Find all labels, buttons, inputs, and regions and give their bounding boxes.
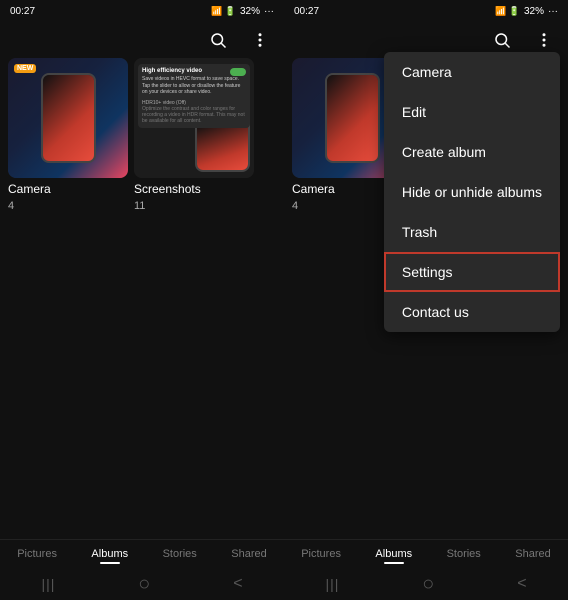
screenshots-thumb: High efficiency video Save videos in HEV… — [134, 58, 254, 178]
right-tab-pictures[interactable]: Pictures — [301, 548, 341, 564]
new-badge: NEW — [14, 64, 36, 73]
right-tab-shared-label: Shared — [515, 548, 550, 560]
right-tab-albums[interactable]: Albums — [375, 548, 412, 564]
search-button[interactable] — [204, 26, 232, 54]
right-spacer — [284, 299, 568, 540]
tab-shared-label: Shared — [231, 548, 266, 560]
screenshots-album[interactable]: High efficiency video Save videos in HEV… — [134, 58, 254, 299]
screenshots-album-label: Screenshots — [134, 182, 254, 196]
dropdown-menu: Camera Edit Create album Hide or unhide … — [384, 52, 560, 332]
more-options-button[interactable] — [246, 26, 274, 54]
right-status-bar: 00:27 📶 🔋 32% ··· — [284, 0, 568, 22]
left-status-bar: 00:27 📶 🔋 32% ··· — [0, 0, 284, 22]
tab-albums[interactable]: Albums — [91, 548, 128, 564]
nav-back-icon[interactable]: < — [233, 575, 242, 593]
menu-item-create-album[interactable]: Create album — [384, 132, 560, 172]
menu-item-trash[interactable]: Trash — [384, 212, 560, 252]
right-tab-shared[interactable]: Shared — [515, 548, 550, 564]
right-tab-stories-label: Stories — [447, 548, 481, 560]
right-more-options-button[interactable] — [530, 26, 558, 54]
screenshots-album-count: 11 — [134, 200, 254, 212]
left-dots: ··· — [264, 6, 274, 17]
right-tab-bar: Pictures Albums Stories Shared — [284, 539, 568, 568]
menu-item-camera[interactable]: Camera — [384, 52, 560, 92]
menu-item-settings[interactable]: Settings — [384, 252, 560, 292]
menu-item-edit[interactable]: Edit — [384, 92, 560, 132]
camera-thumb: NEW — [8, 58, 128, 178]
camera-album-count: 4 — [8, 200, 128, 212]
left-top-bar — [0, 22, 284, 58]
right-tab-stories[interactable]: Stories — [447, 548, 481, 564]
tab-stories[interactable]: Stories — [163, 548, 197, 564]
left-panel: 00:27 📶 🔋 32% ··· — [0, 0, 284, 600]
right-nav-bar: ||| ○ < — [284, 568, 568, 600]
left-spacer — [0, 299, 284, 540]
nav-home-icon[interactable]: ○ — [138, 573, 150, 596]
right-nav-menu-icon[interactable]: ||| — [325, 576, 339, 592]
right-status-icons: 📶 🔋 — [495, 6, 520, 17]
right-tab-pictures-label: Pictures — [301, 548, 341, 560]
tab-pictures-label: Pictures — [17, 548, 57, 560]
left-album-grid: NEW Camera 4 High efficiency video Save … — [0, 58, 284, 299]
settings-popup: High efficiency video Save videos in HEV… — [138, 64, 250, 128]
right-nav-home-icon[interactable]: ○ — [422, 573, 434, 596]
right-time: 00:27 — [294, 6, 319, 17]
popup-toggle — [230, 68, 246, 76]
menu-item-contact[interactable]: Contact us — [384, 292, 560, 332]
tab-shared[interactable]: Shared — [231, 548, 266, 564]
right-tab-albums-label: Albums — [375, 548, 412, 560]
menu-item-hide-albums[interactable]: Hide or unhide albums — [384, 172, 560, 212]
left-status-icons: 📶 🔋 — [211, 6, 236, 17]
left-nav-bar: ||| ○ < — [0, 568, 284, 600]
tab-albums-label: Albums — [91, 548, 128, 560]
camera-album-label: Camera — [8, 182, 128, 196]
right-search-button[interactable] — [488, 26, 516, 54]
right-tab-albums-underline — [384, 562, 404, 564]
right-dots: ··· — [548, 6, 558, 17]
left-time: 00:27 — [10, 6, 35, 17]
nav-menu-icon[interactable]: ||| — [41, 576, 55, 592]
left-battery: 32% — [240, 6, 260, 17]
left-tab-bar: Pictures Albums Stories Shared — [0, 539, 284, 568]
tab-stories-label: Stories — [163, 548, 197, 560]
camera-album[interactable]: NEW Camera 4 — [8, 58, 128, 299]
right-nav-back-icon[interactable]: < — [517, 575, 526, 593]
right-panel: 00:27 📶 🔋 32% ··· — [284, 0, 568, 600]
tab-albums-underline — [100, 562, 120, 564]
right-battery: 32% — [524, 6, 544, 17]
tab-pictures[interactable]: Pictures — [17, 548, 57, 564]
